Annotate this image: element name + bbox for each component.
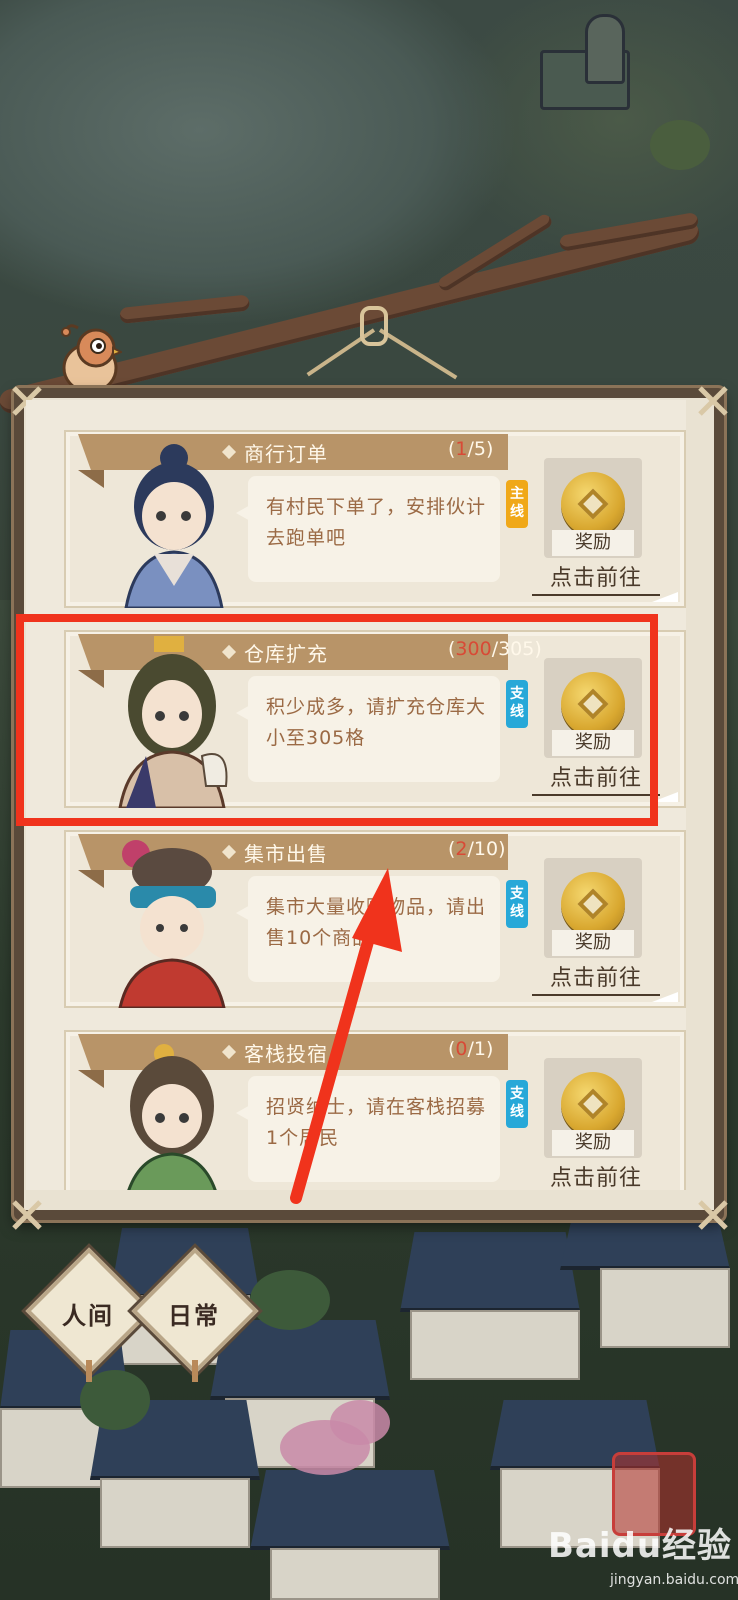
tab-human-world-label: 人间 (62, 1302, 114, 1330)
baidu-watermark-url: jingyan.baidu.com (610, 1572, 738, 1588)
baidu-watermark: Baidu经验 (548, 1526, 733, 1566)
red-arrow-icon (290, 868, 402, 1204)
tab-daily-label: 日常 (168, 1302, 220, 1330)
